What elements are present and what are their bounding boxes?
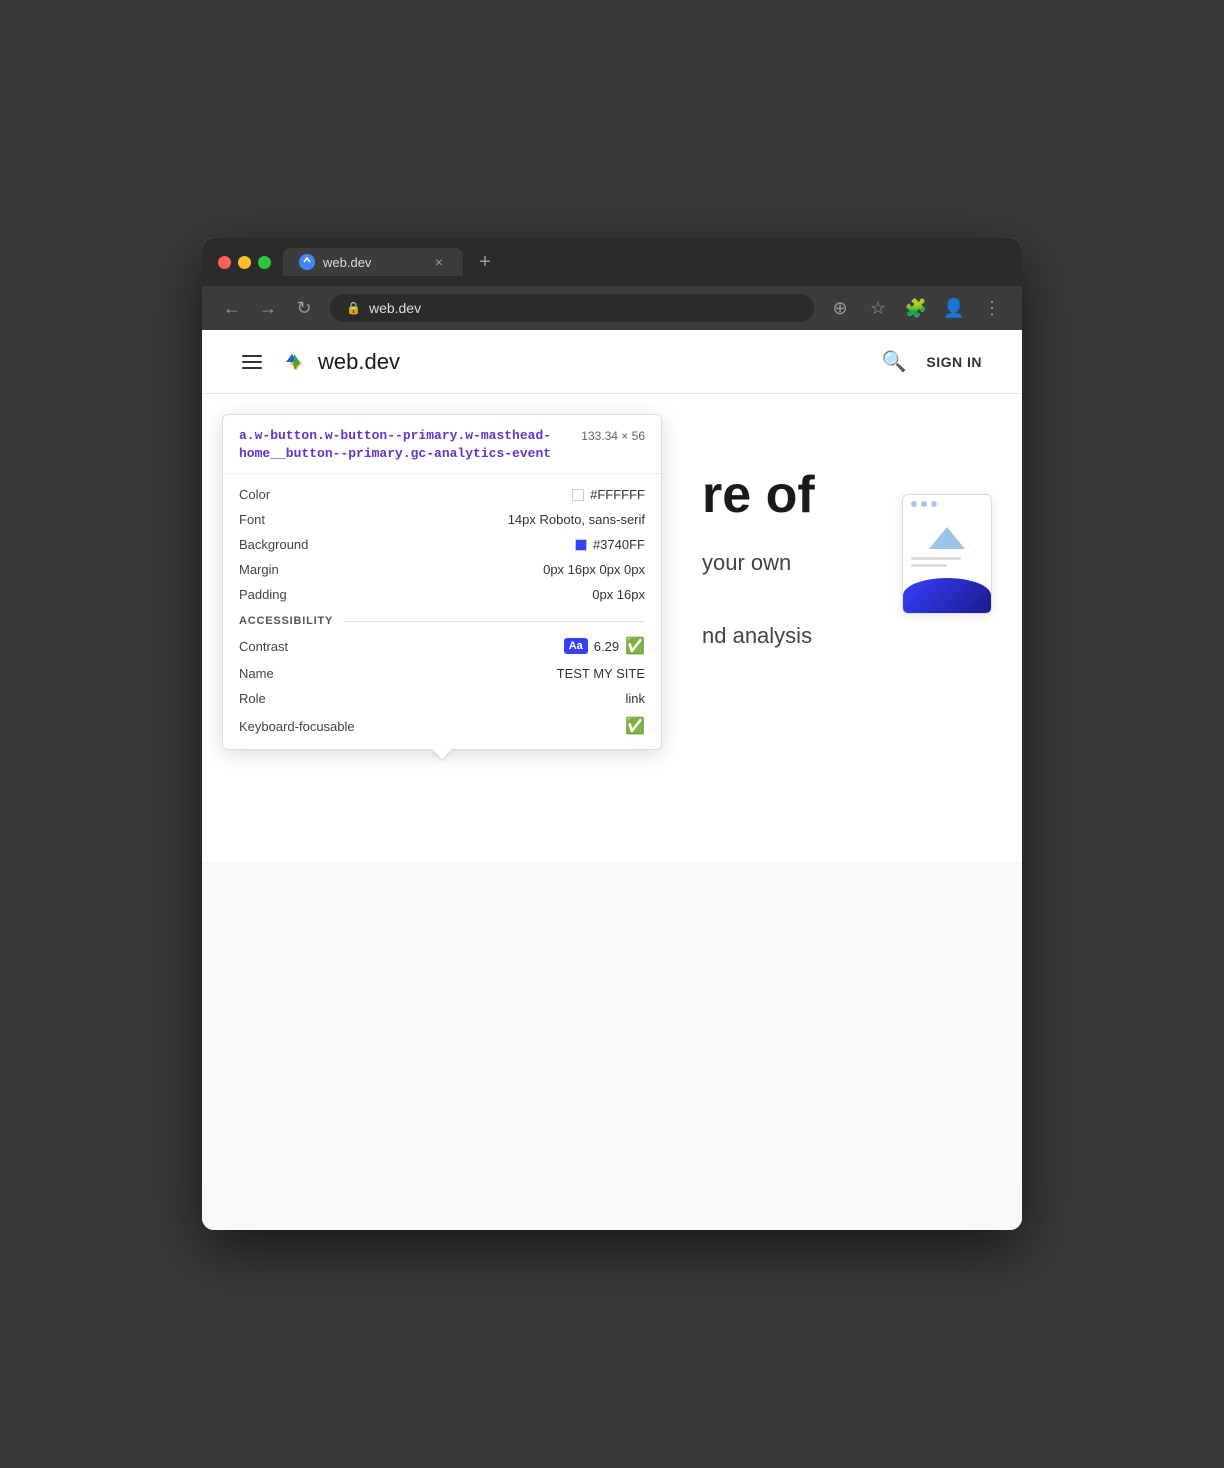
accessibility-label: ACCESSIBILITY (239, 615, 333, 627)
background-label: Background (239, 537, 308, 552)
close-traffic-light[interactable] (218, 256, 231, 269)
contrast-check-icon: ✅ (625, 636, 645, 656)
preview-line-1 (911, 557, 961, 560)
browser-window: web.dev × + ← → ↻ 🔒 web.dev ⊕ ☆ 🧩 👤 ⋮ (202, 238, 1022, 1230)
padding-label: Padding (239, 587, 287, 602)
color-value: #FFFFFF (572, 487, 645, 502)
header-left: web.dev (242, 346, 400, 378)
preview-wave (903, 578, 991, 613)
inspector-body: Color #FFFFFF Font 14px Roboto, sans-ser… (223, 474, 661, 749)
preview-content (903, 513, 991, 573)
sign-in-button[interactable]: SIGN IN (926, 354, 982, 370)
extensions-icon[interactable]: 🧩 (902, 294, 930, 322)
margin-value: 0px 16px 0px 0px (543, 562, 645, 577)
toolbar-icons: ⊕ ☆ 🧩 👤 ⋮ (826, 294, 1006, 322)
tab-title: web.dev (323, 255, 423, 270)
font-row: Font 14px Roboto, sans-serif (223, 507, 661, 532)
hamburger-line-3 (242, 367, 262, 369)
search-button[interactable]: 🔍 (881, 349, 906, 374)
accessibility-divider: ACCESSIBILITY (223, 607, 661, 631)
tab-close-button[interactable]: × (431, 254, 447, 270)
new-tab-button[interactable]: + (471, 248, 499, 276)
inspector-popup: 133.34 × 56 a.w-button.w-button--primary… (222, 414, 662, 750)
preview-dot-2 (921, 501, 927, 507)
font-label: Font (239, 512, 265, 527)
contrast-badge: Aa (564, 638, 588, 654)
keyboard-value: ✅ (625, 716, 645, 736)
role-label: Role (239, 691, 266, 706)
site-header: web.dev 🔍 SIGN IN (202, 330, 1022, 394)
name-row: Name TEST MY SITE (223, 661, 661, 686)
tab-bar: web.dev × + (283, 248, 1006, 276)
margin-label: Margin (239, 562, 279, 577)
url-text: web.dev (369, 300, 421, 316)
margin-row: Margin 0px 16px 0px 0px (223, 557, 661, 582)
traffic-lights (218, 256, 271, 269)
hero-subtext-line2: nd analysis (702, 619, 982, 652)
site-logo[interactable]: web.dev (278, 346, 400, 378)
hamburger-line-1 (242, 355, 262, 357)
color-swatch-blue (575, 539, 587, 551)
preview-lines (911, 557, 983, 567)
title-bar: web.dev × + (202, 238, 1022, 286)
padding-row: Padding 0px 16px (223, 582, 661, 607)
inspector-header: 133.34 × 56 a.w-button.w-button--primary… (223, 415, 661, 474)
contrast-value: Aa 6.29 ✅ (564, 636, 645, 656)
color-swatch-white (572, 489, 584, 501)
header-right: 🔍 SIGN IN (881, 349, 982, 374)
hamburger-menu[interactable] (242, 355, 262, 369)
preview-triangle (929, 527, 965, 549)
page-content: web.dev 🔍 SIGN IN 133.34 × 56 a.w-button… (202, 330, 1022, 1230)
inspector-dimensions: 133.34 × 56 (581, 429, 645, 443)
logo-svg (278, 346, 310, 378)
browser-tab[interactable]: web.dev × (283, 248, 463, 276)
back-button[interactable]: ← (218, 294, 246, 322)
hamburger-line-2 (242, 361, 262, 363)
divider-line (343, 621, 645, 622)
preview-card (902, 494, 992, 614)
contrast-label: Contrast (239, 639, 288, 654)
zoom-icon[interactable]: ⊕ (826, 294, 854, 322)
bookmark-icon[interactable]: ☆ (864, 294, 892, 322)
address-bar: ← → ↻ 🔒 web.dev ⊕ ☆ 🧩 👤 ⋮ (202, 286, 1022, 330)
contrast-row: Contrast Aa 6.29 ✅ (223, 631, 661, 661)
role-value: link (625, 691, 645, 706)
name-label: Name (239, 666, 274, 681)
hero-section: 133.34 × 56 a.w-button.w-button--primary… (202, 394, 1022, 862)
background-value: #3740FF (575, 537, 645, 552)
refresh-button[interactable]: ↻ (290, 294, 318, 322)
site-name: web.dev (318, 349, 400, 375)
keyboard-label: Keyboard-focusable (239, 719, 355, 734)
menu-icon[interactable]: ⋮ (978, 294, 1006, 322)
keyboard-check-icon: ✅ (625, 716, 645, 736)
color-label: Color (239, 487, 270, 502)
font-value: 14px Roboto, sans-serif (508, 512, 645, 527)
url-bar[interactable]: 🔒 web.dev (330, 294, 814, 322)
minimize-traffic-light[interactable] (238, 256, 251, 269)
preview-line-2 (911, 564, 947, 567)
name-value: TEST MY SITE (557, 666, 645, 681)
nav-buttons: ← → ↻ (218, 294, 318, 322)
maximize-traffic-light[interactable] (258, 256, 271, 269)
forward-button[interactable]: → (254, 294, 282, 322)
preview-dots (903, 495, 991, 513)
preview-dot-3 (931, 501, 937, 507)
color-row: Color #FFFFFF (223, 482, 661, 507)
keyboard-row: Keyboard-focusable ✅ (223, 711, 661, 741)
lock-icon: 🔒 (346, 301, 361, 315)
profile-icon[interactable]: 👤 (940, 294, 968, 322)
tab-favicon (299, 254, 315, 270)
background-row: Background #3740FF (223, 532, 661, 557)
role-row: Role link (223, 686, 661, 711)
padding-value: 0px 16px (592, 587, 645, 602)
preview-dot-1 (911, 501, 917, 507)
